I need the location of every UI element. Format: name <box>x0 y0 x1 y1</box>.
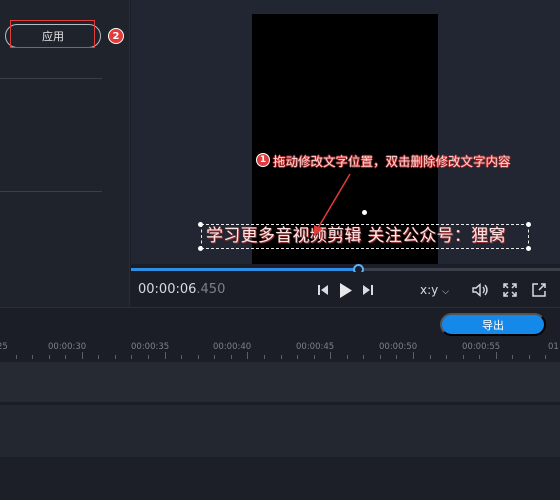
ruler-tick <box>48 355 50 359</box>
tick-label: 00:00:35 <box>131 342 170 352</box>
tick-label: 00:00:45 <box>296 342 335 352</box>
ruler-tick <box>15 355 17 359</box>
annotation-arrow <box>314 173 351 236</box>
caption-text[interactable]: 学习更多音视频剪辑 关注公众号：狸窝 <box>206 224 526 249</box>
resize-handle[interactable] <box>526 246 531 251</box>
timecode: 00:00:06.450 <box>138 282 225 297</box>
ruler-tick <box>363 355 365 359</box>
ruler-tick <box>164 352 166 359</box>
timeline-track[interactable] <box>0 405 560 457</box>
timeline-track[interactable] <box>0 457 560 500</box>
skip-back-icon[interactable] <box>316 282 330 298</box>
tick-label: 01 <box>548 342 559 352</box>
resize-handle[interactable] <box>198 222 203 227</box>
ruler-tick <box>479 355 481 359</box>
step-1-badge: 1 <box>256 153 270 167</box>
ruler-tick <box>32 355 34 359</box>
ruler-tick <box>65 355 67 359</box>
progress-fill <box>131 268 358 271</box>
ruler-tick <box>280 355 282 359</box>
fullscreen-icon[interactable] <box>531 282 547 298</box>
ruler-tick <box>495 352 497 359</box>
ruler-tick <box>81 352 83 359</box>
volume-icon[interactable] <box>471 282 489 298</box>
timeline-ruler[interactable]: 25 00:00:30 00:00:35 00:00:40 00:00:45 0… <box>0 340 560 362</box>
tick-label: 00:00:50 <box>379 342 418 352</box>
ruler-tick <box>247 352 249 359</box>
fit-screen-icon[interactable] <box>502 282 518 298</box>
ruler-tick <box>263 355 265 359</box>
ruler-tick <box>181 355 183 359</box>
ruler-tick <box>413 352 414 359</box>
playback-progress-bar[interactable] <box>131 264 560 275</box>
ruler-tick <box>98 355 100 359</box>
ruler-tick <box>545 355 547 359</box>
playback-controls: 00:00:06.450 x:y ⌵ <box>131 272 560 308</box>
rotate-handle[interactable] <box>362 210 367 215</box>
ruler-tick <box>379 355 381 359</box>
chevron-down-icon: ⌵ <box>442 287 449 297</box>
ruler-tick <box>429 355 431 359</box>
tick-label: 00:00:55 <box>462 342 501 352</box>
ruler-tick <box>346 355 348 359</box>
timecode-ms: .450 <box>196 282 226 297</box>
ruler-tick <box>297 355 299 359</box>
annotation-highlight-box <box>10 20 95 48</box>
tick-label: 25 <box>0 342 8 352</box>
aspect-ratio-label: x:y <box>420 283 439 297</box>
skip-forward-icon[interactable] <box>361 282 375 298</box>
resize-handle[interactable] <box>526 222 531 227</box>
ruler-tick <box>230 355 232 359</box>
annotation-text: 拖动修改文字位置，双击删除修改文字内容 <box>273 154 511 169</box>
resize-handle[interactable] <box>198 246 203 251</box>
play-icon[interactable] <box>338 282 354 298</box>
separator <box>0 78 102 79</box>
step-2-badge: 2 <box>108 28 124 44</box>
tick-label: 00:00:40 <box>213 342 252 352</box>
timeline-toolbar: 导出 <box>0 307 560 340</box>
ruler-tick <box>512 355 514 359</box>
tick-label: 00:00:30 <box>48 342 87 352</box>
aspect-ratio-select[interactable]: x:y ⌵ <box>420 283 449 297</box>
ruler-tick <box>197 355 199 359</box>
ruler-tick <box>131 355 133 359</box>
ruler-tick <box>214 355 216 359</box>
editor-window: 应用 2 学习更多音视频剪辑 关注公众号：狸窝 1 拖动修改文字位置，双击删除修… <box>0 0 560 500</box>
ruler-tick <box>396 355 398 359</box>
ruler-tick <box>114 355 116 359</box>
timeline-track[interactable] <box>0 362 560 402</box>
ruler-tick <box>462 355 464 359</box>
separator <box>0 191 102 192</box>
timecode-main: 00:00:06 <box>138 282 197 297</box>
ruler-tick <box>148 355 150 359</box>
ruler-tick <box>446 355 448 359</box>
export-button[interactable]: 导出 <box>440 313 546 336</box>
ruler-tick <box>313 355 315 359</box>
ruler-tick <box>330 352 332 359</box>
ruler-tick <box>528 355 530 359</box>
